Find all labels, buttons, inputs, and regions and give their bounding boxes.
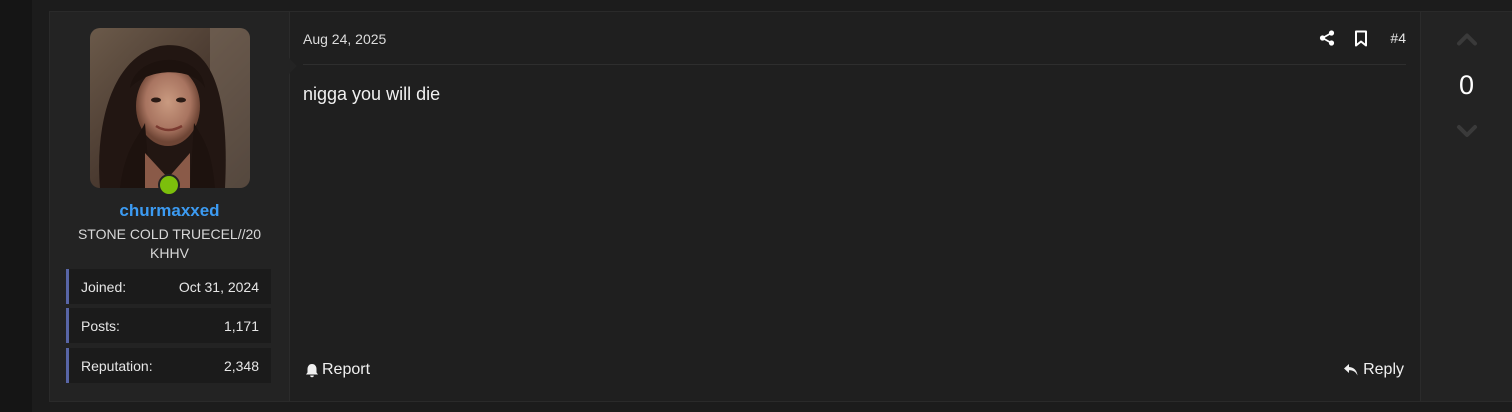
stat-label: Joined: [81, 278, 127, 295]
vote-panel: 0 [1420, 12, 1512, 401]
stat-joined: Joined: Oct 31, 2024 [66, 269, 271, 304]
stat-value: Oct 31, 2024 [178, 278, 259, 295]
stat-label: Posts: [81, 317, 120, 334]
post-main: Aug 24, 2025 #4 nigga you will die Repor… [303, 12, 1406, 401]
vote-count: 0 [1458, 70, 1475, 100]
stat-label: Reputation: [81, 357, 153, 374]
share-icon[interactable] [1318, 29, 1336, 47]
post-number-link[interactable]: #4 [1390, 30, 1406, 46]
reply-arrow-icon [1344, 364, 1358, 376]
upvote-chevron-up-icon[interactable] [1456, 32, 1478, 46]
reply-label: Reply [1363, 361, 1404, 378]
username[interactable]: churmaxxed [50, 201, 289, 221]
user-panel-arrow [288, 57, 297, 75]
stat-value: 2,348 [223, 357, 259, 374]
report-button[interactable]: Report [305, 361, 370, 379]
user-title: STONE COLD TRUECEL//20 KHHV [77, 226, 262, 261]
post-header-divider [303, 64, 1406, 65]
post: churmaxxed STONE COLD TRUECEL//20 KHHV J… [49, 11, 1512, 402]
user-info-panel: churmaxxed STONE COLD TRUECEL//20 KHHV J… [50, 12, 290, 401]
bookmark-icon[interactable] [1352, 29, 1370, 47]
report-label: Report [322, 361, 371, 378]
avatar-image [90, 28, 250, 188]
downvote-chevron-down-icon[interactable] [1456, 124, 1478, 138]
stat-posts: Posts: 1,171 [66, 308, 271, 343]
stat-value: 1,171 [223, 317, 259, 334]
avatar[interactable] [90, 28, 250, 188]
post-date[interactable]: Aug 24, 2025 [303, 31, 386, 47]
stat-reputation: Reputation: 2,348 [66, 348, 271, 383]
post-header-actions: #4 [1318, 29, 1406, 47]
bell-icon [306, 363, 318, 377]
page-left-strip [0, 0, 32, 412]
reply-button[interactable]: Reply [1343, 361, 1404, 379]
online-status-indicator [158, 174, 180, 196]
post-message: nigga you will die [303, 84, 441, 104]
